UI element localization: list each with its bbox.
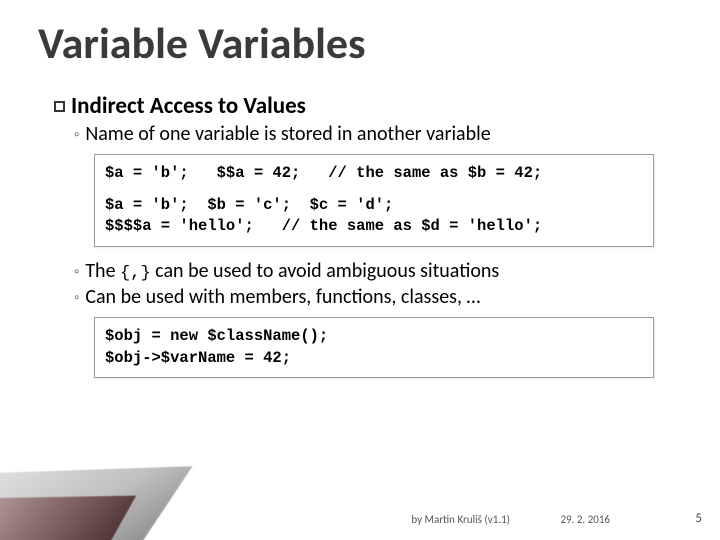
square-bullet-icon [54, 101, 65, 112]
code-line: $$$$a = 'hello'; // the same as $d = 'he… [105, 216, 643, 238]
bullet-braces: ◦ The {,} can be used to avoid ambiguous … [74, 259, 674, 283]
bullet-text: Can be used with members, functions, cla… [85, 285, 480, 309]
bullet-text: Name of one variable is stored in anothe… [85, 122, 490, 146]
bullet-members: ◦ Can be used with members, functions, cl… [74, 285, 674, 309]
slide-title: Variable Variables [38, 16, 366, 70]
code-line: $a = 'b'; $b = 'c'; $c = 'd'; [105, 195, 643, 217]
code-spacer [105, 185, 643, 195]
code-line: $a = 'b'; $$a = 42; // the same as $b = … [105, 163, 643, 185]
inline-code: {,} [120, 264, 151, 283]
diamond-bullet-icon: ◦ [74, 289, 79, 307]
code-box-2: $obj = new $className(); $obj->$varName … [94, 317, 654, 378]
bullet-name-stored: ◦ Name of one variable is stored in anoth… [74, 122, 674, 146]
footer-page-number: 5 [695, 511, 702, 526]
footer-date: 29. 2. 2016 [560, 513, 610, 526]
code-line: $obj->$varName = 42; [105, 348, 643, 370]
bullet-text-pre: The [85, 259, 120, 283]
heading-indirect-access: Indirect Access to Values [54, 92, 674, 120]
diamond-bullet-icon: ◦ [74, 263, 79, 281]
code-box-1: $a = 'b'; $$a = 42; // the same as $b = … [94, 154, 654, 247]
code-line: $obj = new $className(); [105, 326, 643, 348]
footer-author: by Martin Kruliš (v1.1) [411, 513, 510, 526]
slide-body: Indirect Access to Values ◦ Name of one v… [54, 92, 674, 390]
slide: Variable Variables Indirect Access to Va… [0, 0, 720, 540]
diamond-bullet-icon: ◦ [74, 126, 79, 144]
heading-text: Indirect Access to Values [71, 92, 306, 120]
bullet-text-post: can be used to avoid ambiguous situation… [151, 259, 500, 283]
